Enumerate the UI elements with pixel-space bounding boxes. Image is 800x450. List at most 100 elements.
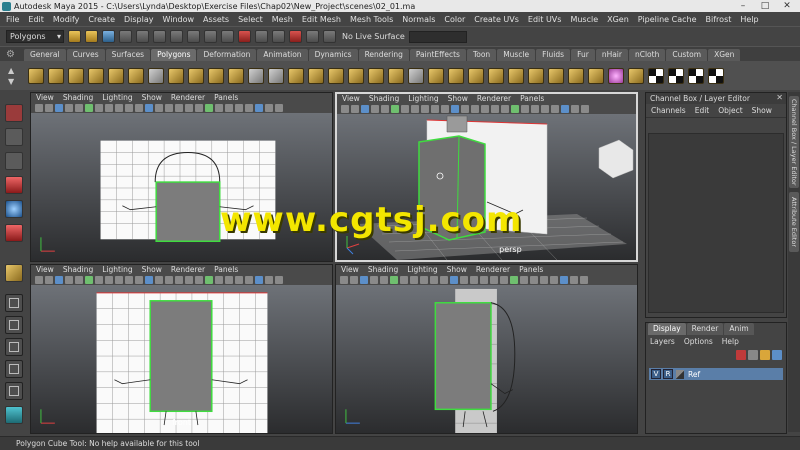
viewport-toolbar-icon-4[interactable]	[370, 276, 378, 284]
viewport-toolbar-icon-13[interactable]	[460, 276, 468, 284]
outliner-icon[interactable]	[5, 406, 23, 424]
close-icon[interactable]: ✕	[776, 0, 798, 12]
viewport-menu-view[interactable]: View	[36, 265, 54, 275]
select-object-icon[interactable]	[136, 30, 149, 43]
viewport-toolbar-icon-4[interactable]	[371, 105, 379, 113]
shelf-smooth-icon[interactable]	[348, 67, 364, 84]
viewport-toolbar-icon-1[interactable]	[35, 104, 43, 112]
shelf-extrude-icon[interactable]	[568, 67, 584, 84]
shelf-spherical-map-icon[interactable]	[708, 67, 724, 84]
viewport-toolbar-icon-24[interactable]	[571, 105, 579, 113]
persp-graph-layout-icon[interactable]	[5, 360, 23, 378]
shelf-tab-nhair[interactable]: nHair	[595, 49, 628, 61]
shelf-uv-editor-icon[interactable]	[648, 67, 664, 84]
menu-bifrost[interactable]: Bifrost	[706, 15, 732, 24]
shelf-cylindrical-map-icon[interactable]	[688, 67, 704, 84]
new-empty-layer-icon[interactable]	[748, 350, 758, 360]
viewport-toolbar-icon-4[interactable]	[65, 276, 73, 284]
viewport-toolbar-icon-16[interactable]	[185, 276, 193, 284]
viewport-toolbar-icon-25[interactable]	[580, 276, 588, 284]
make-live-icon[interactable]	[238, 30, 251, 43]
viewport-toolbar-icon-11[interactable]	[135, 276, 143, 284]
viewport-menu-view[interactable]: View	[341, 265, 359, 275]
shelf-cube-icon[interactable]	[48, 67, 64, 84]
shelf-cleanup-icon[interactable]	[388, 67, 404, 84]
shelf-tab-dynamics[interactable]: Dynamics	[308, 49, 358, 61]
viewport-toolbar-icon-16[interactable]	[185, 104, 193, 112]
shelf-gear-icon[interactable]: ⚙	[6, 49, 18, 60]
viewport-toolbar-icon-5[interactable]	[75, 276, 83, 284]
viewport-toolbar-icon-9[interactable]	[115, 276, 123, 284]
shelf-bridge-icon[interactable]	[588, 67, 604, 84]
layer-menu-help[interactable]: Help	[722, 337, 739, 346]
viewport-menu-show[interactable]: Show	[448, 94, 468, 104]
select-tool-icon[interactable]	[5, 104, 23, 122]
shelf-platonic-icon[interactable]	[248, 67, 264, 84]
render-settings-icon[interactable]	[323, 30, 336, 43]
paint-select-tool-icon[interactable]	[5, 152, 23, 170]
viewport-toolbar-icon-8[interactable]	[105, 276, 113, 284]
shelf-tab-toon[interactable]: Toon	[466, 49, 497, 61]
four-view-layout-icon[interactable]	[5, 316, 23, 334]
viewport-toolbar-icon-12[interactable]	[450, 276, 458, 284]
viewport-toolbar-icon-22[interactable]	[550, 276, 558, 284]
shelf-planar-map-icon[interactable]	[668, 67, 684, 84]
viewport-toolbar-icon-17[interactable]	[195, 276, 203, 284]
viewport-toolbar-icon-5[interactable]	[75, 104, 83, 112]
shelf-reduce-icon[interactable]	[368, 67, 384, 84]
channel-box-close-icon[interactable]: ✕	[776, 93, 783, 102]
viewport-menu-panels[interactable]: Panels	[520, 94, 544, 104]
viewport-toolbar-icon-24[interactable]	[570, 276, 578, 284]
viewport-toolbar-icon-12[interactable]	[451, 105, 459, 113]
shelf-bevel-icon[interactable]	[608, 67, 624, 84]
menu-create[interactable]: Create	[88, 15, 115, 24]
menu-assets[interactable]: Assets	[203, 15, 229, 24]
viewport-menu-renderer[interactable]: Renderer	[477, 94, 511, 104]
viewport-toolbar-icon-9[interactable]	[421, 105, 429, 113]
layer-tab-anim[interactable]: Anim	[724, 323, 754, 335]
viewport-menu-panels[interactable]: Panels	[214, 93, 238, 103]
viewport-toolbar-icon-11[interactable]	[440, 276, 448, 284]
new-scene-icon[interactable]	[68, 30, 81, 43]
viewport-toolbar-icon-9[interactable]	[420, 276, 428, 284]
shelf-tab-muscle[interactable]: Muscle	[497, 49, 536, 61]
shelf-tab-fluids[interactable]: Fluids	[536, 49, 571, 61]
menu-select[interactable]: Select	[238, 15, 263, 24]
layer-row-ref[interactable]: V R Ref	[649, 368, 783, 380]
shelf-extract-icon[interactable]	[308, 67, 324, 84]
viewport-toolbar-icon-25[interactable]	[581, 105, 589, 113]
shelf-tab-surfaces[interactable]: Surfaces	[105, 49, 151, 61]
menu-edit-mesh[interactable]: Edit Mesh	[302, 15, 341, 24]
shelf-tab-curves[interactable]: Curves	[66, 49, 105, 61]
shelf-tab-general[interactable]: General	[24, 49, 66, 61]
viewport-toolbar-icon-2[interactable]	[351, 105, 359, 113]
menu-display[interactable]: Display	[124, 15, 154, 24]
render-view-icon[interactable]	[272, 30, 285, 43]
viewport-toolbar-icon-5[interactable]	[380, 276, 388, 284]
viewport-toolbar-icon-20[interactable]	[225, 104, 233, 112]
viewport-toolbar-icon-7[interactable]	[95, 104, 103, 112]
viewport-toolbar-icon-15[interactable]	[175, 104, 183, 112]
viewport-scene[interactable]: front	[31, 285, 332, 433]
viewport-menu-shading[interactable]: Shading	[63, 265, 93, 275]
viewport-toolbar-icon-21[interactable]	[235, 104, 243, 112]
scale-tool-icon[interactable]	[5, 224, 23, 242]
shelf-up-arrow-icon[interactable]: ▲	[8, 66, 22, 75]
viewport-toolbar-icon-11[interactable]	[441, 105, 449, 113]
snap-grid-icon[interactable]	[170, 30, 183, 43]
viewport-menu-show[interactable]: Show	[142, 265, 162, 275]
viewport-menu-lighting[interactable]: Lighting	[102, 93, 132, 103]
viewport-menu-view[interactable]: View	[342, 94, 360, 104]
channel-box-menu-edit[interactable]: Edit	[695, 106, 710, 115]
viewport-toolbar-icon-9[interactable]	[115, 104, 123, 112]
viewport-toolbar-icon-16[interactable]	[491, 105, 499, 113]
viewport-menu-panels[interactable]: Panels	[519, 265, 543, 275]
menu-modify[interactable]: Modify	[53, 15, 80, 24]
persp-hypershade-layout-icon[interactable]	[5, 382, 23, 400]
viewport-toolbar-icon-10[interactable]	[431, 105, 439, 113]
viewport-toolbar-icon-1[interactable]	[35, 276, 43, 284]
viewport-menu-view[interactable]: View	[36, 93, 54, 103]
shelf-tab-ncloth[interactable]: nCloth	[628, 49, 666, 61]
viewport-toolbar-icon-17[interactable]	[195, 104, 203, 112]
viewport-toolbar-icon-3[interactable]	[55, 104, 63, 112]
